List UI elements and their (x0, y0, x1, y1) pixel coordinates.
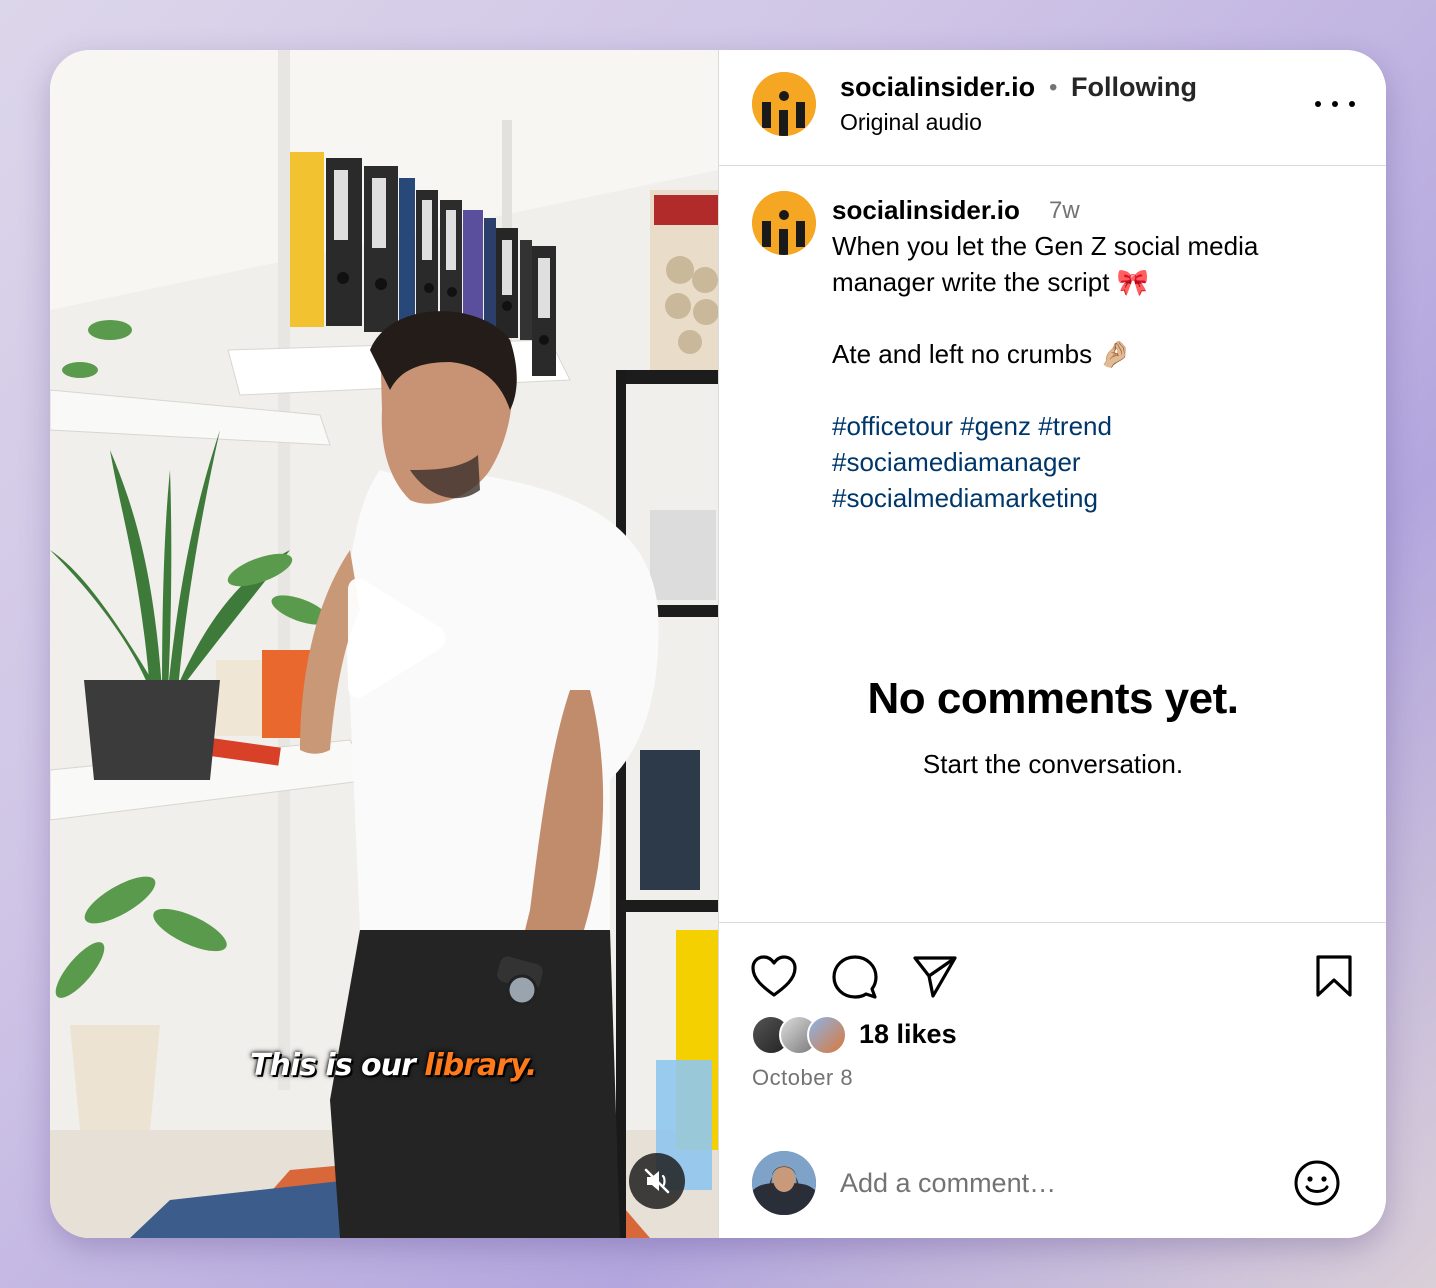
heart-icon (751, 955, 797, 997)
following-button[interactable]: Following (1071, 72, 1197, 103)
like-button[interactable] (749, 953, 799, 1004)
hashtag-link[interactable]: #officetour (832, 411, 953, 441)
caption-line: manager write the script 🎀 (832, 267, 1150, 297)
audio-link[interactable]: Original audio (840, 109, 982, 136)
hashtag-link[interactable]: #socialmediamarketing (832, 483, 1098, 513)
save-button[interactable] (1313, 953, 1355, 1004)
bookmark-icon (1316, 955, 1352, 997)
author-avatar[interactable] (752, 191, 816, 255)
likes-count[interactable]: 18 likes (859, 1019, 957, 1050)
post-modal: This is our library. socialinsider.io • … (50, 50, 1386, 1238)
post-date[interactable]: October 8 (752, 1065, 853, 1091)
share-button[interactable] (911, 953, 959, 1004)
video-caption-overlay: This is our library. (250, 1048, 570, 1083)
account-avatar[interactable] (752, 72, 816, 136)
comment-icon (832, 955, 878, 999)
post-actions: 18 likes October 8 (719, 922, 1386, 1238)
mute-toggle-button[interactable] (629, 1153, 685, 1209)
caption-author[interactable]: socialinsider.io (832, 195, 1020, 226)
socialinsider-logo-icon (752, 72, 816, 136)
play-button[interactable] (320, 568, 460, 708)
no-comments-title: No comments yet. (867, 674, 1239, 723)
post-age[interactable]: 7w (1049, 197, 1080, 225)
hashtag-link[interactable]: #genz (960, 411, 1031, 441)
caption-line: When you let the Gen Z social media (832, 231, 1259, 261)
add-comment-input[interactable] (840, 1161, 1270, 1205)
hashtag-row: #officetour #genz #trend (832, 411, 1112, 442)
caption-line: Ate and left no crumbs 🤌🏼 (832, 339, 1132, 369)
comment-button[interactable] (829, 953, 879, 1006)
hashtag-link[interactable]: #trend (1038, 411, 1112, 441)
reel-video[interactable]: This is our library. (50, 50, 718, 1238)
more-dot-icon (1315, 101, 1321, 107)
hashtag-row: #sociamediamanager (832, 447, 1081, 478)
post-header: socialinsider.io • Following Original au… (719, 50, 1386, 166)
liked-by-avatars[interactable] (751, 1015, 861, 1057)
more-options-button[interactable] (1315, 94, 1355, 114)
no-comments-subtitle: Start the conversation. (922, 749, 1184, 779)
user-photo (752, 1151, 816, 1215)
separator-dot: • (1049, 74, 1058, 101)
play-icon (348, 578, 446, 698)
more-dot-icon (1332, 101, 1338, 107)
hashtag-row: #socialmediamarketing (832, 483, 1098, 514)
speaker-muted-icon (644, 1168, 670, 1194)
account-username[interactable]: socialinsider.io (840, 72, 1035, 103)
emoji-picker-button[interactable] (1293, 1159, 1341, 1212)
emoji-icon (1294, 1160, 1340, 1206)
post-details-panel: socialinsider.io • Following Original au… (718, 50, 1386, 1238)
caption-text: This is our (250, 1048, 425, 1083)
socialinsider-logo-icon (752, 191, 816, 255)
more-dot-icon (1349, 101, 1355, 107)
liker-avatar (807, 1015, 847, 1055)
share-icon (913, 956, 957, 998)
caption-highlight: library. (424, 1048, 537, 1083)
current-user-avatar (752, 1151, 816, 1215)
hashtag-link[interactable]: #sociamediamanager (832, 447, 1081, 477)
